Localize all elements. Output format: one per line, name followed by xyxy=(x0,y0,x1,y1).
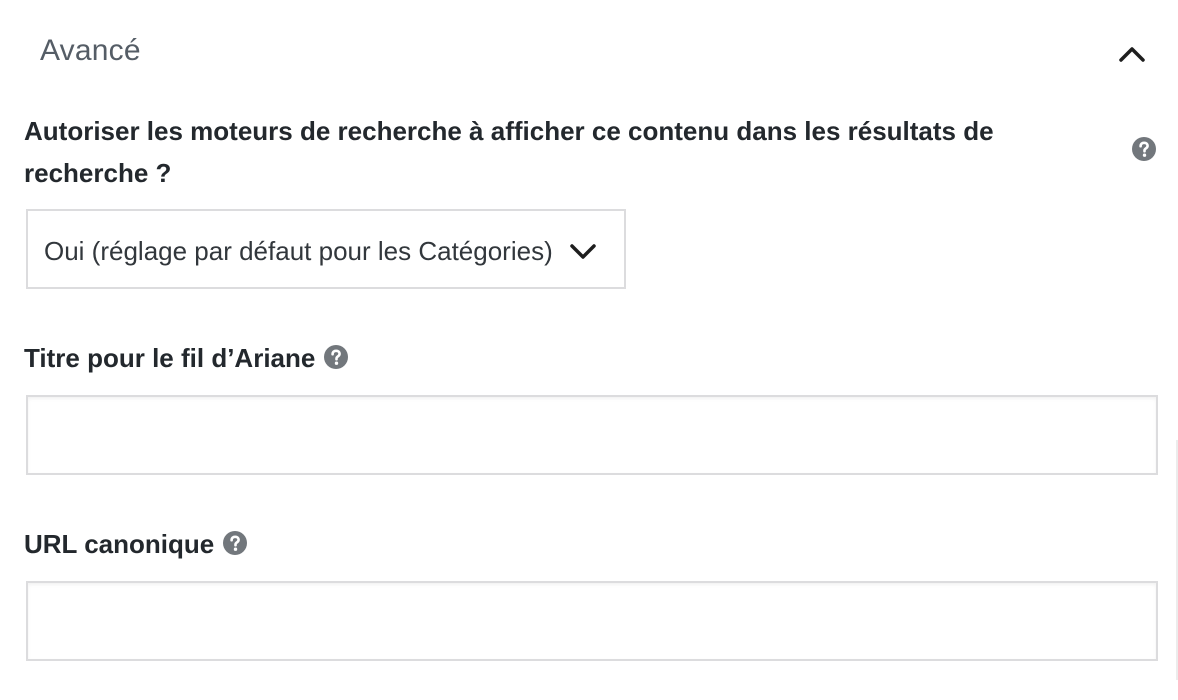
advanced-panel-header[interactable]: Avancé xyxy=(0,0,1178,100)
breadcrumb-title-label-row: Titre pour le fil d’Ariane xyxy=(24,337,349,379)
chevron-down-icon xyxy=(570,244,596,259)
canonical-url-input[interactable] xyxy=(26,581,1158,661)
question-circle-icon[interactable] xyxy=(222,530,248,556)
canonical-url-label: URL canonique xyxy=(24,529,215,559)
chevron-up-icon[interactable] xyxy=(1114,36,1150,72)
robots-select[interactable]: Oui (réglage par défaut pour les Catégor… xyxy=(26,209,626,289)
panel-title: Avancé xyxy=(40,34,141,67)
question-circle-icon[interactable] xyxy=(1131,136,1157,162)
robots-label: Autoriser les moteurs de recherche à aff… xyxy=(24,116,994,188)
canonical-url-label-row: URL canonique xyxy=(24,523,248,565)
breadcrumb-title-input[interactable] xyxy=(26,395,1158,475)
robots-select-value: Oui (réglage par défaut pour les Catégor… xyxy=(44,236,553,266)
breadcrumb-title-label: Titre pour le fil d’Ariane xyxy=(24,343,316,373)
question-circle-icon[interactable] xyxy=(323,344,349,370)
